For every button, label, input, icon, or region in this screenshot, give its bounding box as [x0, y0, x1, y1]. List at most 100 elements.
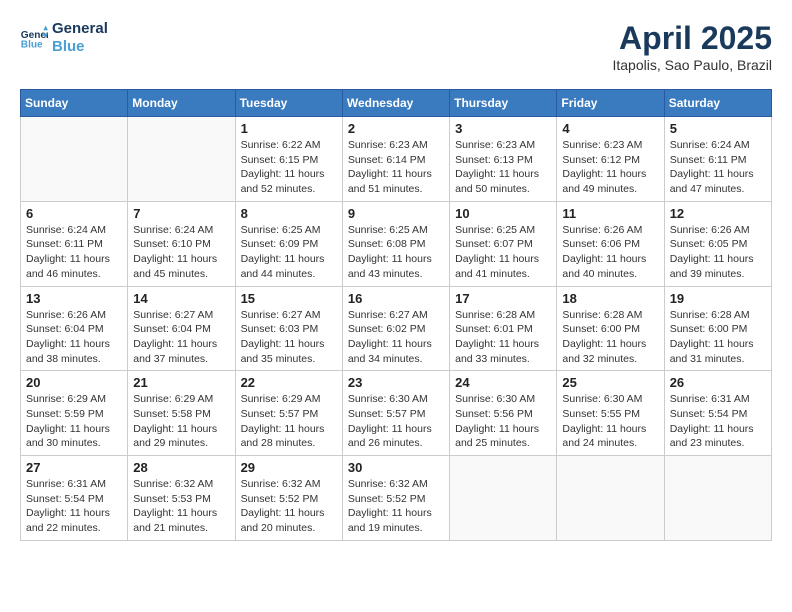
location: Itapolis, Sao Paulo, Brazil [612, 57, 772, 73]
day-number: 1 [241, 121, 337, 136]
calendar-week-2: 6Sunrise: 6:24 AMSunset: 6:11 PMDaylight… [21, 201, 772, 286]
day-info: Sunrise: 6:27 AMSunset: 6:02 PMDaylight:… [348, 308, 444, 367]
calendar-cell: 16Sunrise: 6:27 AMSunset: 6:02 PMDayligh… [342, 286, 449, 371]
day-info: Sunrise: 6:28 AMSunset: 6:00 PMDaylight:… [670, 308, 766, 367]
day-number: 13 [26, 291, 122, 306]
day-info: Sunrise: 6:30 AMSunset: 5:55 PMDaylight:… [562, 392, 658, 451]
calendar-cell: 2 Sunrise: 6:23 AMSunset: 6:14 PMDaylight… [342, 117, 449, 202]
day-info: Sunrise: 6:31 AMSunset: 5:54 PMDaylight:… [670, 392, 766, 451]
logo-line2: Blue [52, 38, 108, 56]
day-number: 21 [133, 375, 229, 390]
calendar-week-4: 20 Sunrise: 6:29 AMSunset: 5:59 PMDayligh… [21, 371, 772, 456]
day-header-tuesday: Tuesday [235, 90, 342, 117]
calendar-cell: 15 Sunrise: 6:27 AMSunset: 6:03 PMDayligh… [235, 286, 342, 371]
calendar-cell: 27 Sunrise: 6:31 AMSunset: 5:54 PMDayligh… [21, 456, 128, 541]
calendar-week-1: 1 Sunrise: 6:22 AMSunset: 6:15 PMDaylight… [21, 117, 772, 202]
day-info: Sunrise: 6:29 AMSunset: 5:59 PMDaylight:… [26, 392, 122, 451]
calendar-cell: 19Sunrise: 6:28 AMSunset: 6:00 PMDayligh… [664, 286, 771, 371]
day-number: 17 [455, 291, 551, 306]
day-info: Sunrise: 6:27 AMSunset: 6:04 PMDaylight:… [133, 308, 229, 367]
day-number: 27 [26, 460, 122, 475]
day-number: 8 [241, 206, 337, 221]
calendar-cell: 25Sunrise: 6:30 AMSunset: 5:55 PMDayligh… [557, 371, 664, 456]
calendar-cell: 26 Sunrise: 6:31 AMSunset: 5:54 PMDayligh… [664, 371, 771, 456]
page-header: General Blue General Blue April 2025 Ita… [20, 20, 772, 73]
day-number: 4 [562, 121, 658, 136]
calendar-cell: 30 Sunrise: 6:32 AMSunset: 5:52 PMDayligh… [342, 456, 449, 541]
day-number: 23 [348, 375, 444, 390]
day-info: Sunrise: 6:25 AMSunset: 6:09 PMDaylight:… [241, 223, 337, 282]
calendar-cell: 14Sunrise: 6:27 AMSunset: 6:04 PMDayligh… [128, 286, 235, 371]
day-header-saturday: Saturday [664, 90, 771, 117]
day-info: Sunrise: 6:28 AMSunset: 6:01 PMDaylight:… [455, 308, 551, 367]
calendar-cell [21, 117, 128, 202]
day-info: Sunrise: 6:24 AMSunset: 6:11 PMDaylight:… [670, 138, 766, 197]
calendar-cell: 18 Sunrise: 6:28 AMSunset: 6:00 PMDayligh… [557, 286, 664, 371]
calendar-header-row: SundayMondayTuesdayWednesdayThursdayFrid… [21, 90, 772, 117]
calendar-cell: 5 Sunrise: 6:24 AMSunset: 6:11 PMDaylight… [664, 117, 771, 202]
calendar-cell [450, 456, 557, 541]
day-number: 5 [670, 121, 766, 136]
calendar-cell: 10 Sunrise: 6:25 AMSunset: 6:07 PMDayligh… [450, 201, 557, 286]
day-number: 12 [670, 206, 766, 221]
day-info: Sunrise: 6:25 AMSunset: 6:07 PMDaylight:… [455, 223, 551, 282]
day-number: 15 [241, 291, 337, 306]
calendar-cell [664, 456, 771, 541]
day-number: 26 [670, 375, 766, 390]
day-number: 10 [455, 206, 551, 221]
day-number: 11 [562, 206, 658, 221]
svg-text:Blue: Blue [21, 39, 43, 50]
calendar-cell: 22Sunrise: 6:29 AMSunset: 5:57 PMDayligh… [235, 371, 342, 456]
day-info: Sunrise: 6:28 AMSunset: 6:00 PMDaylight:… [562, 308, 658, 367]
calendar-cell: 29Sunrise: 6:32 AMSunset: 5:52 PMDayligh… [235, 456, 342, 541]
day-header-friday: Friday [557, 90, 664, 117]
logo: General Blue General Blue [20, 20, 108, 56]
day-number: 18 [562, 291, 658, 306]
day-info: Sunrise: 6:25 AMSunset: 6:08 PMDaylight:… [348, 223, 444, 282]
day-info: Sunrise: 6:24 AMSunset: 6:11 PMDaylight:… [26, 223, 122, 282]
day-info: Sunrise: 6:23 AMSunset: 6:12 PMDaylight:… [562, 138, 658, 197]
calendar-cell: 24 Sunrise: 6:30 AMSunset: 5:56 PMDayligh… [450, 371, 557, 456]
day-header-monday: Monday [128, 90, 235, 117]
day-number: 29 [241, 460, 337, 475]
calendar-cell: 12Sunrise: 6:26 AMSunset: 6:05 PMDayligh… [664, 201, 771, 286]
day-info: Sunrise: 6:23 AMSunset: 6:14 PMDaylight:… [348, 138, 444, 197]
day-info: Sunrise: 6:22 AMSunset: 6:15 PMDaylight:… [241, 138, 337, 197]
day-info: Sunrise: 6:26 AMSunset: 6:06 PMDaylight:… [562, 223, 658, 282]
day-number: 24 [455, 375, 551, 390]
day-number: 9 [348, 206, 444, 221]
month-title: April 2025 [612, 20, 772, 57]
day-number: 3 [455, 121, 551, 136]
day-header-wednesday: Wednesday [342, 90, 449, 117]
day-number: 20 [26, 375, 122, 390]
calendar-week-3: 13Sunrise: 6:26 AMSunset: 6:04 PMDayligh… [21, 286, 772, 371]
day-info: Sunrise: 6:32 AMSunset: 5:52 PMDaylight:… [348, 477, 444, 536]
calendar-cell: 23 Sunrise: 6:30 AMSunset: 5:57 PMDayligh… [342, 371, 449, 456]
day-info: Sunrise: 6:30 AMSunset: 5:56 PMDaylight:… [455, 392, 551, 451]
calendar-cell: 21 Sunrise: 6:29 AMSunset: 5:58 PMDayligh… [128, 371, 235, 456]
calendar-cell: 28 Sunrise: 6:32 AMSunset: 5:53 PMDayligh… [128, 456, 235, 541]
day-header-thursday: Thursday [450, 90, 557, 117]
calendar-cell: 11 Sunrise: 6:26 AMSunset: 6:06 PMDayligh… [557, 201, 664, 286]
calendar-cell: 8 Sunrise: 6:25 AMSunset: 6:09 PMDaylight… [235, 201, 342, 286]
day-info: Sunrise: 6:24 AMSunset: 6:10 PMDaylight:… [133, 223, 229, 282]
calendar-cell [557, 456, 664, 541]
day-header-sunday: Sunday [21, 90, 128, 117]
day-info: Sunrise: 6:29 AMSunset: 5:58 PMDaylight:… [133, 392, 229, 451]
calendar-cell: 9 Sunrise: 6:25 AMSunset: 6:08 PMDaylight… [342, 201, 449, 286]
day-number: 28 [133, 460, 229, 475]
day-info: Sunrise: 6:30 AMSunset: 5:57 PMDaylight:… [348, 392, 444, 451]
logo-line1: General [52, 20, 108, 38]
calendar-cell [128, 117, 235, 202]
day-info: Sunrise: 6:32 AMSunset: 5:53 PMDaylight:… [133, 477, 229, 536]
calendar-cell: 1 Sunrise: 6:22 AMSunset: 6:15 PMDaylight… [235, 117, 342, 202]
calendar-cell: 3Sunrise: 6:23 AMSunset: 6:13 PMDaylight… [450, 117, 557, 202]
day-number: 2 [348, 121, 444, 136]
day-info: Sunrise: 6:27 AMSunset: 6:03 PMDaylight:… [241, 308, 337, 367]
day-info: Sunrise: 6:31 AMSunset: 5:54 PMDaylight:… [26, 477, 122, 536]
day-number: 30 [348, 460, 444, 475]
calendar-cell: 17 Sunrise: 6:28 AMSunset: 6:01 PMDayligh… [450, 286, 557, 371]
title-block: April 2025 Itapolis, Sao Paulo, Brazil [612, 20, 772, 73]
calendar-cell: 6Sunrise: 6:24 AMSunset: 6:11 PMDaylight… [21, 201, 128, 286]
day-number: 22 [241, 375, 337, 390]
